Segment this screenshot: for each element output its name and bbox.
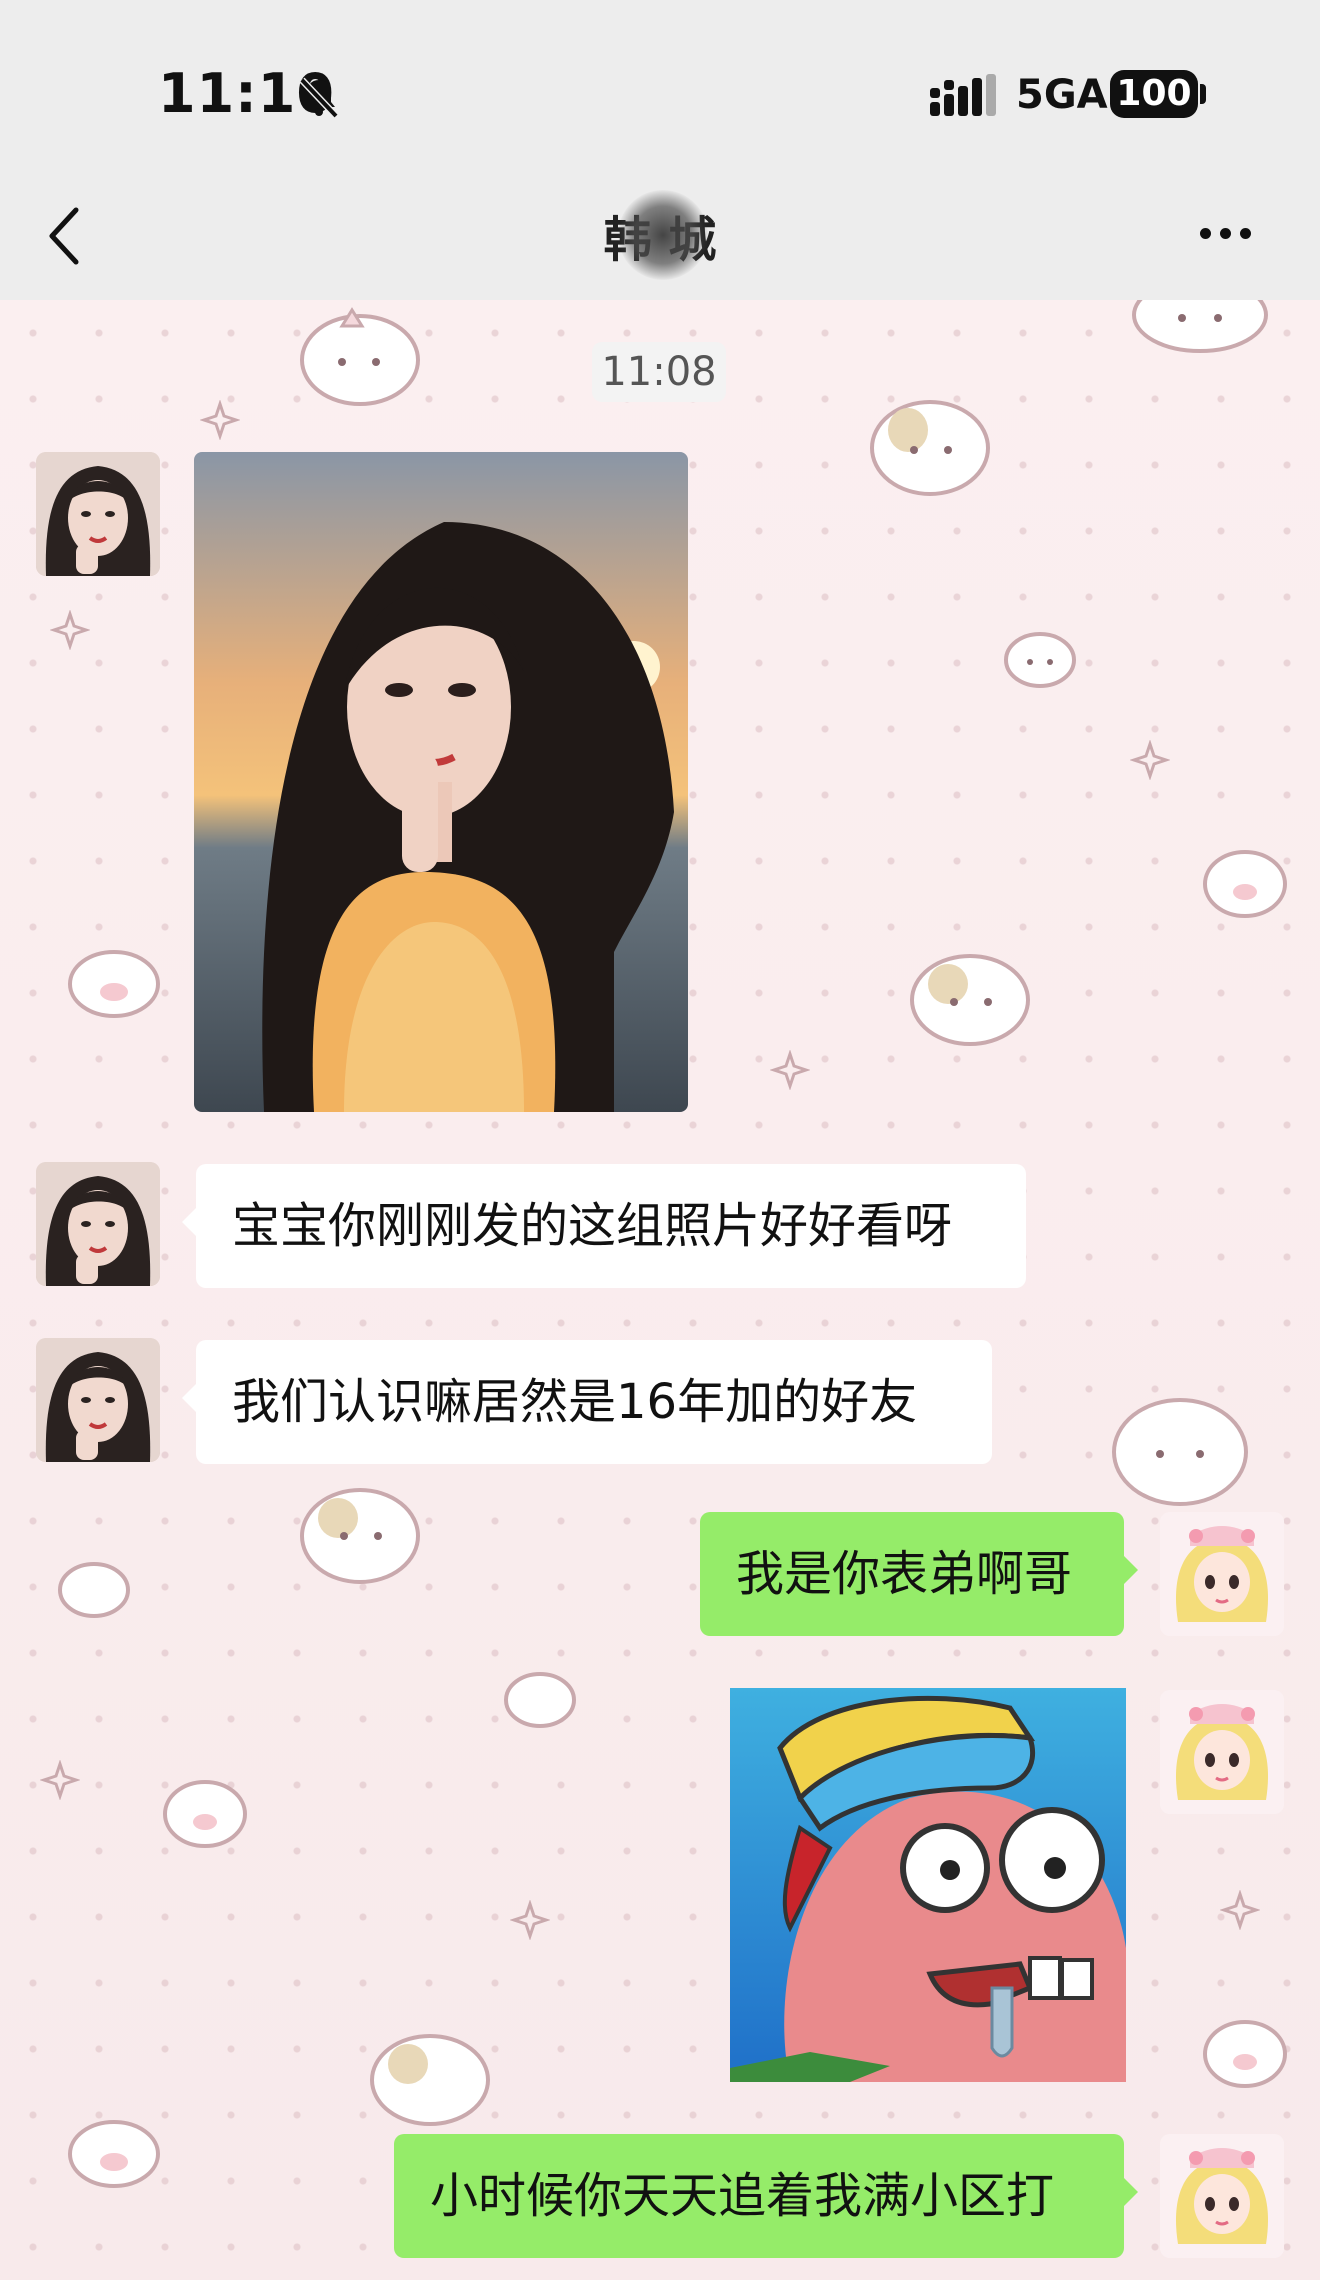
pig-sticker-icon [1203,2020,1287,2088]
cat-sticker-icon [300,1488,420,1584]
bunny-sticker-icon [1112,1398,1248,1506]
bunny-sticker-icon [300,307,420,406]
sparkle-icon [510,1900,550,1940]
received-photo[interactable] [194,452,688,1112]
pig-sticker-icon [68,950,160,1018]
cat-sticker-icon [870,400,990,496]
bell-slash-icon [299,77,339,119]
sparkle-icon [1220,1890,1260,1930]
bunny-sticker-icon [1132,300,1268,353]
battery-tip [1200,84,1206,104]
bunny-sticker-icon [1004,632,1076,688]
user-avatar[interactable] [1160,1512,1284,1636]
cartoon-sticker[interactable] [730,1688,1126,2082]
message-bubble-received[interactable]: 我们认识嘛居然是16年加的好友 [182,1340,992,1464]
cat-sticker-icon [910,954,1030,1046]
sparkle-icon [200,400,240,440]
sparkle-icon [770,1050,810,1090]
battery-indicator: 100 [1110,70,1198,118]
contact-avatar[interactable] [36,1162,160,1286]
back-button[interactable] [36,196,96,276]
signal-icon [930,74,996,116]
message-bubble-sent[interactable]: 我是你表弟啊哥 [700,1512,1138,1636]
message-bubble-sent[interactable]: 小时候你天天追着我满小区打 [394,2134,1138,2258]
title-redaction [618,190,708,280]
cat-sticker-icon [370,2034,490,2126]
bunny-sticker-icon [504,1672,576,1728]
network-label: 5GA [1016,72,1108,118]
pig-sticker-icon [1203,850,1287,918]
sparkle-icon [40,1760,80,1800]
message-bubble-received[interactable]: 宝宝你刚刚发的这组照片好好看呀 [182,1164,1026,1288]
bunny-sticker-icon [58,1562,130,1618]
pig-sticker-icon [68,2120,160,2188]
user-avatar[interactable] [1160,1690,1284,1814]
sparkle-icon [50,610,90,650]
user-avatar[interactable] [1160,2134,1284,2258]
message-timestamp: 11:08 [592,342,726,402]
top-bar: 11:10 5GA 100 韩 城 [0,0,1320,300]
contact-avatar[interactable] [36,452,160,576]
contact-avatar[interactable] [36,1338,160,1462]
pig-sticker-icon [163,1780,247,1848]
more-options-button[interactable] [1200,214,1270,254]
sparkle-icon [1130,740,1170,780]
